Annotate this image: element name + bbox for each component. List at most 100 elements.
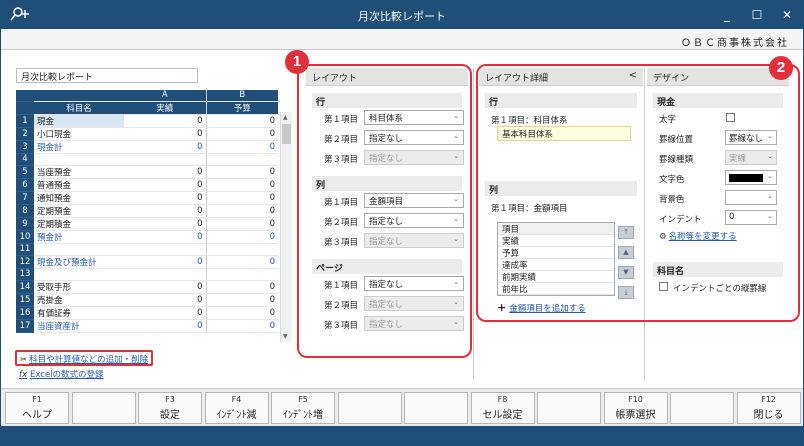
row-number: 2 bbox=[16, 127, 34, 141]
function-key-label: ｲﾝﾃﾞﾝﾄ増 bbox=[283, 410, 323, 421]
minimize-button[interactable]: _ bbox=[713, 5, 741, 25]
close-button[interactable]: ✕ bbox=[773, 5, 801, 25]
row-actual[interactable]: 0 bbox=[124, 230, 207, 244]
maximize-button[interactable]: ☐ bbox=[743, 5, 771, 25]
row-name[interactable]: 現金 bbox=[34, 114, 124, 128]
scroll-down-icon[interactable]: ▼ bbox=[283, 333, 288, 340]
row-name[interactable] bbox=[34, 268, 124, 281]
function-key-code: F4 bbox=[231, 395, 242, 404]
row-name[interactable] bbox=[34, 243, 124, 256]
row-actual[interactable]: 0 bbox=[124, 127, 207, 141]
col-letter-a[interactable]: A bbox=[124, 90, 207, 102]
excel-formula-link[interactable]: fx Excelの数式の登録 bbox=[19, 368, 104, 380]
row-actual[interactable]: 0 bbox=[124, 306, 207, 320]
row-name[interactable]: 定期預金 bbox=[34, 204, 124, 218]
row-actual[interactable] bbox=[124, 268, 207, 281]
row-number: 9 bbox=[16, 217, 34, 231]
row-budget[interactable]: 0 bbox=[206, 217, 278, 231]
row-name[interactable]: 売掛金 bbox=[34, 293, 124, 307]
row-name[interactable]: 現金及び預金計 bbox=[34, 255, 124, 269]
function-key-button[interactable]: F4 ｲﾝﾃﾞﾝﾄ減 bbox=[204, 392, 269, 424]
table-row[interactable]: 15 売掛金 0 0 bbox=[16, 293, 278, 307]
row-actual[interactable] bbox=[124, 243, 207, 256]
row-budget[interactable]: 0 bbox=[206, 293, 278, 307]
table-row[interactable]: 16 有価証券 0 0 bbox=[16, 306, 278, 320]
row-actual[interactable]: 0 bbox=[124, 178, 207, 192]
row-number: 17 bbox=[16, 319, 34, 333]
row-budget[interactable]: 0 bbox=[206, 191, 278, 205]
function-key-button[interactable] bbox=[71, 392, 136, 424]
row-actual[interactable]: 0 bbox=[124, 114, 207, 128]
function-key-code bbox=[405, 395, 467, 406]
function-key-button[interactable]: F12 閉じる bbox=[736, 392, 801, 424]
row-budget[interactable]: 0 bbox=[206, 140, 278, 154]
table-row[interactable]: 9 定期積金 0 0 bbox=[16, 217, 278, 231]
row-name[interactable]: 通知預金 bbox=[34, 191, 124, 205]
row-budget[interactable]: 0 bbox=[206, 230, 278, 244]
row-name[interactable]: 当座預金 bbox=[34, 165, 124, 179]
row-name[interactable]: 普通預金 bbox=[34, 178, 124, 192]
report-name-field[interactable]: 月次比較レポート bbox=[16, 68, 198, 83]
row-budget[interactable]: 0 bbox=[206, 280, 278, 294]
row-name[interactable]: 有価証券 bbox=[34, 306, 124, 320]
function-key-button[interactable]: F8 セル設定 bbox=[470, 392, 535, 424]
row-actual[interactable]: 0 bbox=[124, 255, 207, 269]
function-key-button[interactable]: F10 帳票選択 bbox=[603, 392, 668, 424]
table-row[interactable]: 17 当座資産計 0 0 bbox=[16, 319, 278, 333]
function-key-label: 閉じる bbox=[753, 410, 784, 421]
row-budget[interactable]: 0 bbox=[206, 319, 278, 333]
function-key-button[interactable] bbox=[670, 392, 734, 424]
row-actual[interactable]: 0 bbox=[124, 319, 207, 333]
table-row[interactable]: 11 bbox=[16, 243, 278, 256]
row-actual[interactable]: 0 bbox=[124, 140, 207, 154]
row-budget[interactable]: 0 bbox=[206, 306, 278, 320]
row-actual[interactable]: 0 bbox=[124, 293, 207, 307]
table-row[interactable]: 13 bbox=[16, 268, 278, 281]
row-budget[interactable]: 0 bbox=[206, 165, 278, 179]
table-row[interactable]: 4 bbox=[16, 153, 278, 166]
row-budget[interactable]: 0 bbox=[206, 204, 278, 218]
table-row[interactable]: 1 現金 0 0 bbox=[16, 114, 278, 128]
row-budget[interactable]: 0 bbox=[206, 255, 278, 269]
scroll-up-icon[interactable]: ▲ bbox=[283, 114, 288, 121]
row-name[interactable]: 受取手形 bbox=[34, 280, 124, 294]
add-subject-link[interactable]: ✂ 科目や計算値などの追加・削除 bbox=[15, 350, 153, 366]
table-row[interactable]: 5 当座預金 0 0 bbox=[16, 165, 278, 179]
row-actual[interactable] bbox=[124, 153, 207, 166]
row-budget[interactable]: 0 bbox=[206, 178, 278, 192]
row-name[interactable]: 現金計 bbox=[34, 140, 124, 154]
function-key-button[interactable]: F1 ヘルプ bbox=[5, 392, 69, 424]
row-actual[interactable]: 0 bbox=[124, 280, 207, 294]
row-actual[interactable]: 0 bbox=[124, 191, 207, 205]
row-actual[interactable]: 0 bbox=[124, 165, 207, 179]
row-name[interactable] bbox=[34, 153, 124, 166]
table-row[interactable]: 14 受取手形 0 0 bbox=[16, 280, 278, 294]
function-key-button[interactable]: F3 設定 bbox=[138, 392, 202, 424]
table-row[interactable]: 2 小口現金 0 0 bbox=[16, 127, 278, 141]
table-row[interactable]: 8 定期預金 0 0 bbox=[16, 204, 278, 218]
row-budget[interactable] bbox=[206, 243, 278, 256]
row-name[interactable]: 定期積金 bbox=[34, 217, 124, 231]
table-row[interactable]: 3 現金計 0 0 bbox=[16, 140, 278, 154]
table-row[interactable]: 6 普通預金 0 0 bbox=[16, 178, 278, 192]
row-actual[interactable]: 0 bbox=[124, 217, 207, 231]
table-row[interactable]: 10 預金計 0 0 bbox=[16, 230, 278, 244]
row-actual[interactable]: 0 bbox=[124, 204, 207, 218]
function-key-button[interactable]: F5 ｲﾝﾃﾞﾝﾄ増 bbox=[271, 392, 335, 424]
table-row[interactable]: 7 通知預金 0 0 bbox=[16, 191, 278, 205]
row-name[interactable]: 当座資産計 bbox=[34, 319, 124, 333]
function-key-button[interactable] bbox=[337, 392, 402, 424]
row-budget[interactable] bbox=[206, 268, 278, 281]
table-row[interactable]: 12 現金及び預金計 0 0 bbox=[16, 255, 278, 269]
row-name[interactable]: 小口現金 bbox=[34, 127, 124, 141]
scroll-thumb[interactable] bbox=[282, 124, 291, 144]
grid-scrollbar[interactable]: ▲ ▼ bbox=[280, 112, 292, 342]
col-letter-b[interactable]: B bbox=[206, 90, 278, 102]
function-key-button[interactable] bbox=[537, 392, 601, 424]
function-key-button[interactable] bbox=[404, 392, 468, 424]
row-budget[interactable] bbox=[206, 153, 278, 166]
row-budget[interactable]: 0 bbox=[206, 114, 278, 128]
status-bar bbox=[1, 426, 803, 445]
row-budget[interactable]: 0 bbox=[206, 127, 278, 141]
row-name[interactable]: 預金計 bbox=[34, 230, 124, 244]
